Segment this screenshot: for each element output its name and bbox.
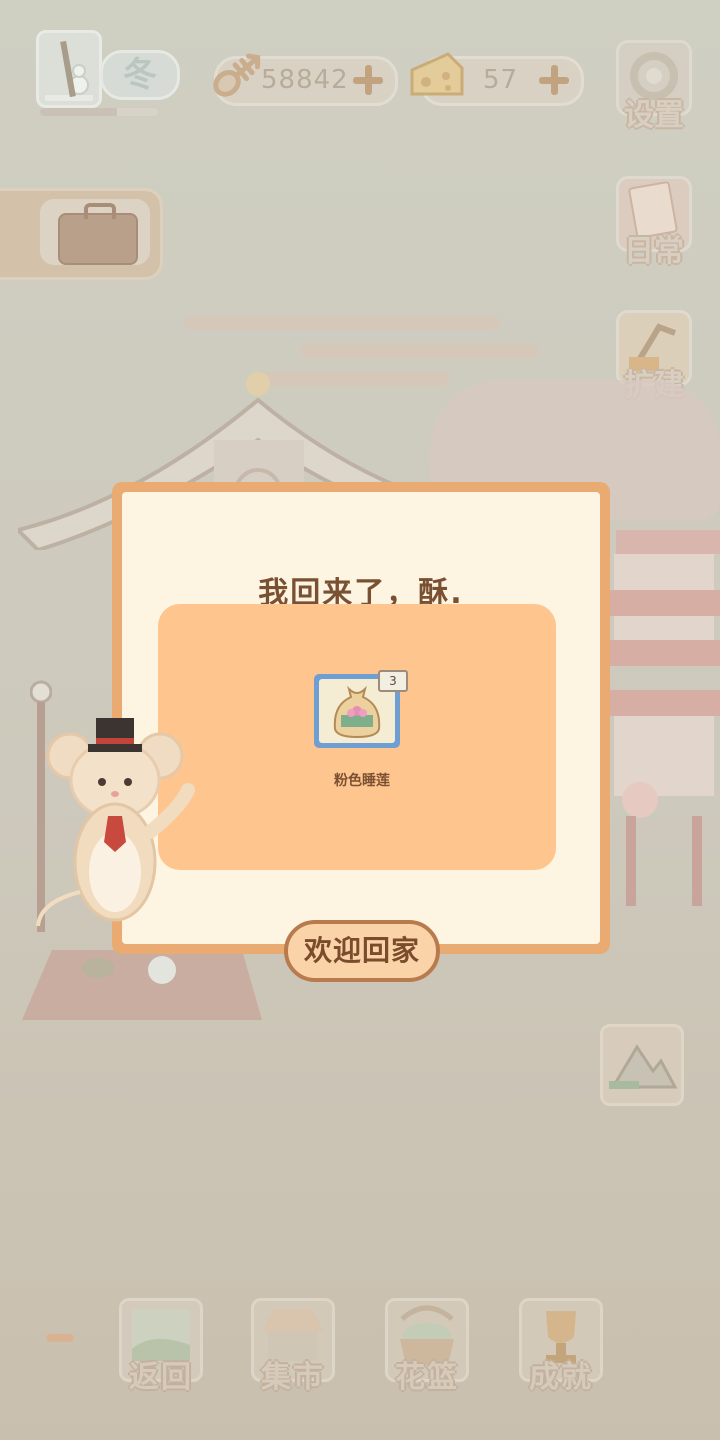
nav-market-label: 集市 xyxy=(261,1360,325,1395)
winter-tree-snowman-icon xyxy=(36,30,102,108)
nav-indicator xyxy=(46,1334,74,1342)
daily-button[interactable]: 日常 xyxy=(614,176,694,270)
inventory-tab[interactable] xyxy=(0,188,163,280)
cheese-icon xyxy=(408,50,466,100)
map-button[interactable] xyxy=(600,1024,684,1106)
reward-item-name: 粉色睡莲 xyxy=(334,773,390,789)
add-cheese-button[interactable] xyxy=(537,63,571,97)
fish-currency-value: 58842 xyxy=(261,65,349,95)
settings-label: 设置 xyxy=(624,98,684,133)
inventory-tab-inner xyxy=(40,199,150,265)
briefcase-icon xyxy=(58,203,138,265)
cheese-currency-value: 57 xyxy=(483,65,519,95)
daily-label: 日常 xyxy=(624,234,684,269)
nav-achievements-label: 成就 xyxy=(529,1360,593,1395)
fish-bone-icon xyxy=(206,44,268,106)
welcome-home-button[interactable]: 欢迎回家 xyxy=(284,920,440,982)
nav-back-label: 返回 xyxy=(129,1360,193,1395)
season-label: 冬 xyxy=(100,50,180,100)
add-fish-button[interactable] xyxy=(351,63,385,97)
pagoda-illustration xyxy=(606,490,720,910)
decor-cloud-stripe xyxy=(184,316,500,330)
nav-basket-label: 花篮 xyxy=(395,1360,459,1395)
season-progress-fill xyxy=(40,108,117,116)
mountain-map-icon xyxy=(609,1044,678,1089)
decor-cloud-stripe xyxy=(300,344,540,358)
settings-button[interactable]: 设置 xyxy=(614,40,694,134)
reward-count-badge: 3 xyxy=(378,670,408,692)
nav-basket-button[interactable]: 花篮 xyxy=(382,1298,472,1396)
season-progress-bar xyxy=(40,108,158,116)
nav-back-button[interactable]: 返回 xyxy=(116,1298,206,1396)
season-badge[interactable]: 冬 xyxy=(28,24,180,116)
mouse-character xyxy=(30,712,200,942)
nav-market-button[interactable]: 集市 xyxy=(248,1298,338,1396)
nav-achievements-button[interactable]: 成就 xyxy=(516,1298,606,1396)
reward-item[interactable]: 3 xyxy=(314,670,408,764)
